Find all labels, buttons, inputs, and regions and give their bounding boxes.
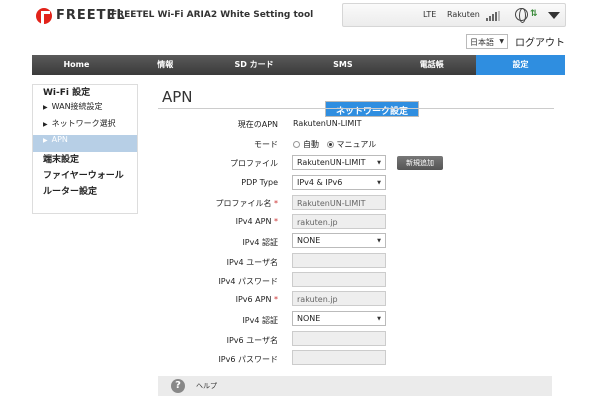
mode-radio-group: 自動 マニュアル: [293, 139, 376, 150]
chevron-down-icon: ▼: [377, 238, 381, 244]
mode-manual-label: マニュアル: [336, 140, 377, 149]
chevron-right-icon: ▶: [43, 104, 48, 111]
ipv4-password-field[interactable]: [292, 272, 386, 287]
tab-settings[interactable]: 設定: [476, 55, 565, 75]
profile-value: RakutenUN-LIMIT: [297, 158, 366, 167]
ipv4-apn-field[interactable]: rakuten.jp: [292, 214, 386, 229]
current-apn-label: 現在のAPN: [237, 120, 278, 129]
page-title: APN: [162, 88, 193, 106]
current-apn-value: RakutenUN-LIMIT: [293, 119, 362, 128]
data-transfer-icon: ⇅: [530, 9, 538, 19]
ipv4-password-label: IPv4 パスワード: [218, 277, 278, 286]
language-value: 日本語: [470, 38, 494, 47]
sidebar-item-label: ネットワーク選択: [51, 119, 116, 128]
sidebar-item-label: APN: [51, 135, 68, 144]
mode-label: モード: [254, 140, 278, 149]
chevron-down-icon: ▼: [377, 316, 381, 322]
pdp-type-value: IPv4 & IPv6: [297, 178, 343, 187]
ipv6-auth-label: IPv4 認証: [242, 316, 278, 325]
sidebar-item-apn[interactable]: ▶ APN: [33, 135, 137, 152]
sidebar-item-device[interactable]: 端末設定: [33, 152, 137, 168]
app-window: FREETEL FREETEL Wi-Fi ARIA2 White Settin…: [0, 0, 596, 399]
chevron-right-icon: ▶: [43, 137, 48, 144]
ipv4-username-field[interactable]: [292, 253, 386, 268]
sidebar: Wi-Fi 設定 ネットワーク設定 ▶ WAN接続設定 ▶ ネットワーク選択 ▶ AP…: [32, 84, 419, 214]
status-bar: LTE Rakuten ⇅: [342, 3, 566, 27]
ipv6-username-field[interactable]: [292, 331, 386, 346]
help-icon[interactable]: ?: [171, 379, 185, 393]
mode-manual-radio[interactable]: [326, 141, 334, 148]
profile-name-label: プロファイル名 *: [215, 199, 278, 208]
profile-name-field[interactable]: RakutenUN-LIMIT: [292, 195, 386, 210]
ipv4-auth-label: IPv4 認証: [242, 238, 278, 247]
ipv6-auth-select[interactable]: NONE ▼: [292, 311, 386, 326]
tab-phonebook[interactable]: 電話帳: [387, 55, 476, 75]
chevron-right-icon: ▶: [43, 121, 48, 128]
sidebar-item-wifi[interactable]: Wi-Fi 設定: [33, 85, 137, 101]
pdp-type-label: PDP Type: [241, 178, 278, 187]
sidebar-item-firewall[interactable]: ファイヤーウォール: [33, 168, 137, 184]
signal-strength-icon: [486, 11, 502, 21]
ipv6-password-field[interactable]: [292, 350, 386, 365]
sidebar-item-router[interactable]: ルーター設定: [33, 184, 137, 200]
tab-info[interactable]: 情報: [121, 55, 210, 75]
ipv6-apn-field[interactable]: rakuten.jp: [292, 291, 386, 306]
carrier-name: Rakuten: [447, 10, 480, 19]
ipv6-apn-label: IPv6 APN *: [235, 295, 278, 304]
globe-icon: [515, 8, 528, 23]
profile-label: プロファイル: [230, 159, 278, 168]
ipv6-password-label: IPv6 パスワード: [218, 355, 278, 364]
mode-auto-radio[interactable]: [293, 141, 300, 148]
chevron-down-icon: ▼: [377, 180, 381, 186]
help-bar[interactable]: ? ヘルプ: [158, 376, 552, 396]
ipv6-username-label: IPv6 ユーザ名: [226, 336, 278, 345]
ipv4-auth-value: NONE: [297, 236, 321, 245]
ipv4-auth-select[interactable]: NONE ▼: [292, 233, 386, 248]
ipv4-username-label: IPv4 ユーザ名: [226, 258, 278, 267]
sidebar-item-network[interactable]: ネットワーク設定: [325, 101, 419, 117]
language-select[interactable]: 日本語 ▼: [466, 34, 508, 49]
tab-home[interactable]: Home: [32, 55, 121, 75]
chevron-down-icon: ▼: [499, 38, 504, 45]
add-profile-button[interactable]: 新規追加: [397, 156, 443, 170]
header: FREETEL FREETEL Wi-Fi ARIA2 White Settin…: [0, 0, 596, 49]
sidebar-item-label: WAN接続設定: [51, 102, 103, 111]
title-divider: [158, 108, 554, 109]
network-type: LTE: [423, 10, 437, 19]
ipv6-auth-value: NONE: [297, 314, 321, 323]
pdp-type-select[interactable]: IPv4 & IPv6 ▼: [292, 175, 386, 190]
freetel-logo-icon: [36, 8, 52, 24]
mode-auto-label: 自動: [303, 140, 319, 149]
sidebar-item-network-select[interactable]: ▶ ネットワーク選択: [33, 118, 137, 135]
dropdown-menu-icon[interactable]: [548, 12, 560, 19]
chevron-down-icon: ▼: [377, 160, 381, 166]
help-label[interactable]: ヘルプ: [196, 381, 217, 391]
logout-link[interactable]: ログアウト: [515, 34, 565, 49]
tab-sd-card[interactable]: SD カード: [210, 55, 299, 75]
ipv4-apn-label: IPv4 APN *: [235, 217, 278, 226]
sidebar-item-wan[interactable]: ▶ WAN接続設定: [33, 101, 137, 118]
profile-select[interactable]: RakutenUN-LIMIT ▼: [292, 155, 386, 170]
main-nav: Home 情報 SD カード SMS 電話帳 設定: [32, 55, 565, 75]
tab-sms[interactable]: SMS: [298, 55, 387, 75]
app-title: FREETEL Wi-Fi ARIA2 White Setting tool: [111, 10, 314, 20]
